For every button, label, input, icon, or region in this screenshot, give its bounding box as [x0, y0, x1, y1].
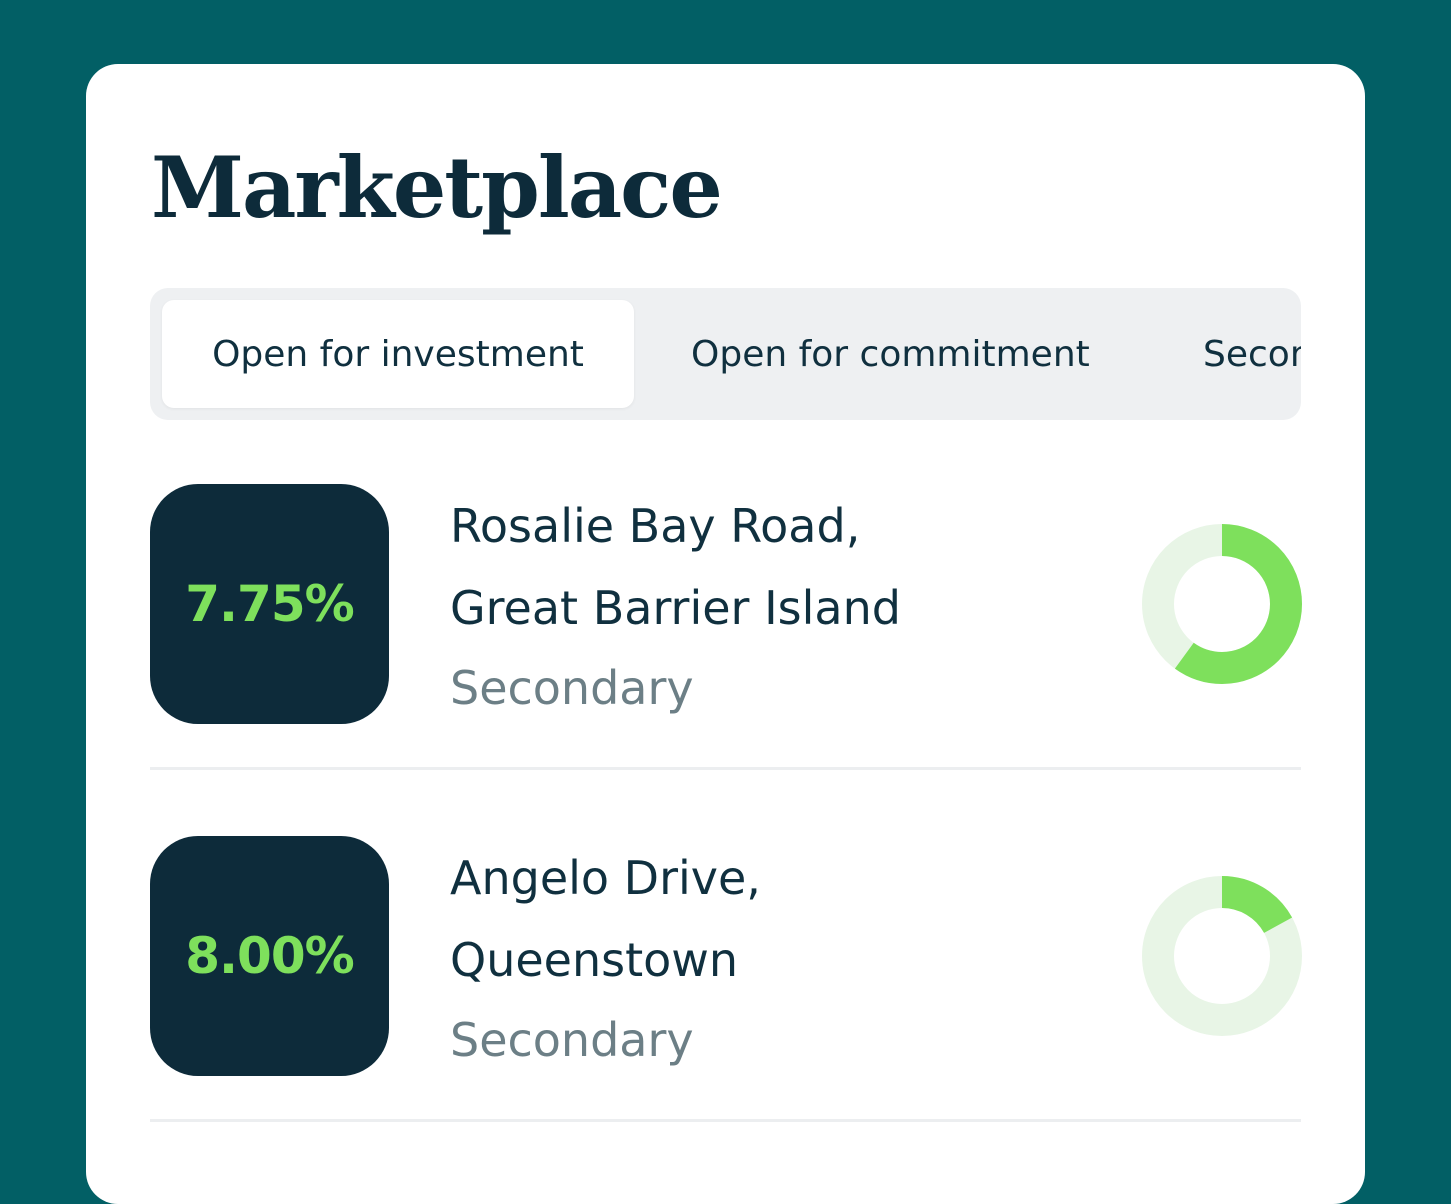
marketplace-card: Marketplace Open for investment Open for…	[86, 64, 1365, 1204]
interest-rate-badge: 8.00%	[150, 836, 389, 1076]
interest-rate-badge: 7.75%	[150, 484, 389, 724]
listing-market-type: Secondary	[450, 1013, 694, 1067]
tab-open-for-investment[interactable]: Open for investment	[162, 300, 634, 408]
listing-address-line1: Rosalie Bay Road,	[450, 499, 861, 553]
row-divider	[150, 767, 1301, 770]
listing-row[interactable]: 8.00% Angelo Drive, Queenstown Secondary	[150, 836, 1302, 1076]
row-divider	[150, 1119, 1301, 1122]
tab-secondary[interactable]: Secondary	[1203, 300, 1301, 408]
listing-address-line2: Queenstown	[450, 933, 739, 987]
listing-address-line1: Angelo Drive,	[450, 851, 761, 905]
tab-open-for-commitment[interactable]: Open for commitment	[691, 300, 1090, 408]
tab-bar: Open for investment Open for commitment …	[150, 288, 1301, 420]
listing-row[interactable]: 7.75% Rosalie Bay Road, Great Barrier Is…	[150, 484, 1302, 724]
page-title: Marketplace	[151, 138, 723, 237]
listing-market-type: Secondary	[450, 661, 694, 715]
listing-info: Rosalie Bay Road, Great Barrier Island S…	[450, 484, 901, 728]
funding-progress-ring	[1142, 876, 1302, 1036]
listing-info: Angelo Drive, Queenstown Secondary	[450, 836, 761, 1080]
funding-progress-ring	[1142, 524, 1302, 684]
listing-address-line2: Great Barrier Island	[450, 581, 901, 635]
